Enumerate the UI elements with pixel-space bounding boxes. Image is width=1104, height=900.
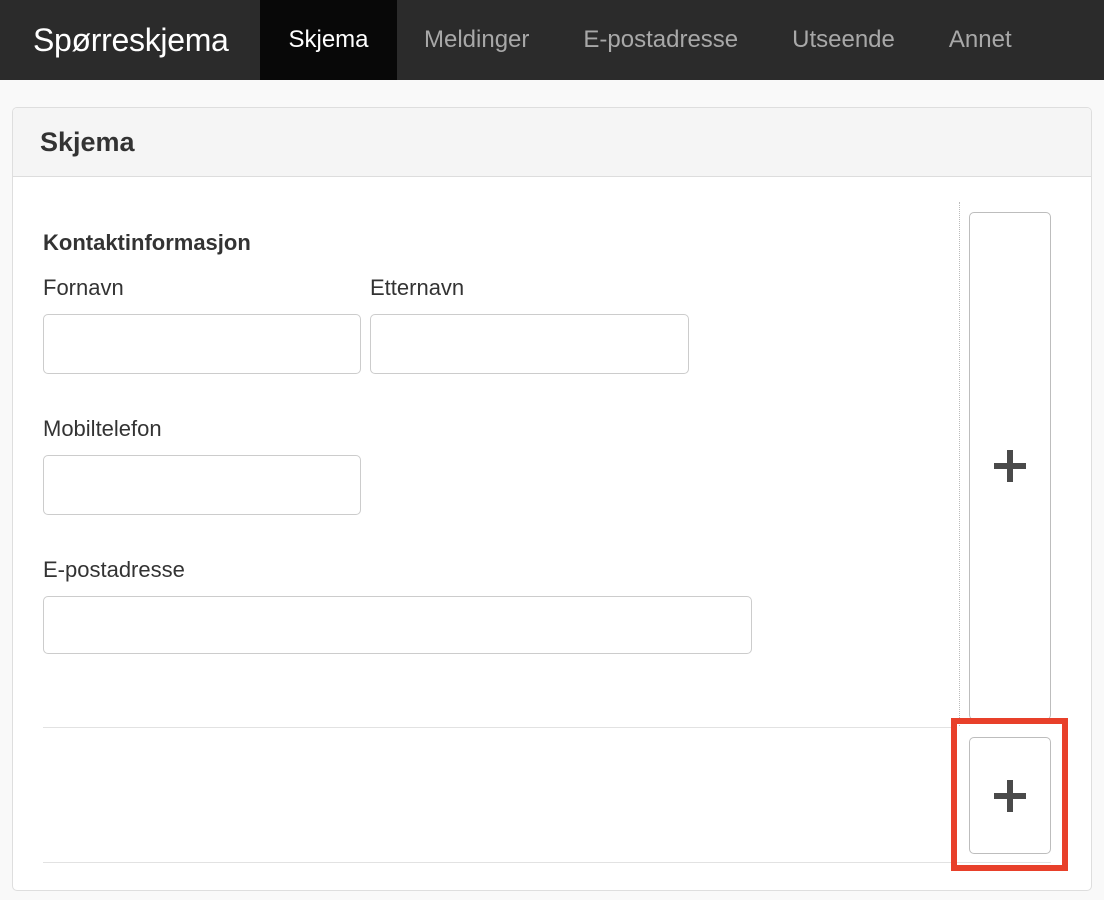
tab-annet[interactable]: Annet	[922, 0, 1039, 80]
section-title: Kontaktinformasjon	[43, 230, 251, 255]
plus-icon	[994, 450, 1026, 482]
add-column-button[interactable]	[969, 212, 1051, 720]
tab-meldinger[interactable]: Meldinger	[397, 0, 556, 80]
top-navbar: Spørreskjema Skjema Meldinger E-postadre…	[0, 0, 1104, 80]
bottom-divider	[43, 862, 1051, 863]
tab-utseende[interactable]: Utseende	[765, 0, 922, 80]
panel-title: Skjema	[13, 108, 1091, 177]
row-divider	[43, 727, 953, 728]
app-brand[interactable]: Spørreskjema	[0, 0, 260, 80]
tab-e-postadresse[interactable]: E-postadresse	[556, 0, 765, 80]
email-label: E-postadresse	[43, 557, 185, 582]
last-name-input[interactable]	[370, 314, 689, 374]
mobile-input[interactable]	[43, 455, 361, 515]
nav-tabs: Skjema Meldinger E-postadresse Utseende …	[260, 0, 1039, 80]
form-panel: Skjema Kontaktinformasjon Fornavn Ettern…	[12, 107, 1092, 891]
first-name-input[interactable]	[43, 314, 361, 374]
first-name-label: Fornavn	[43, 275, 124, 300]
tab-skjema[interactable]: Skjema	[260, 0, 397, 80]
column-divider	[959, 202, 960, 726]
mobile-label: Mobiltelefon	[43, 416, 162, 441]
email-input[interactable]	[43, 596, 752, 654]
plus-icon	[994, 779, 1026, 812]
add-row-button[interactable]	[969, 737, 1051, 854]
last-name-label: Etternavn	[370, 275, 465, 300]
